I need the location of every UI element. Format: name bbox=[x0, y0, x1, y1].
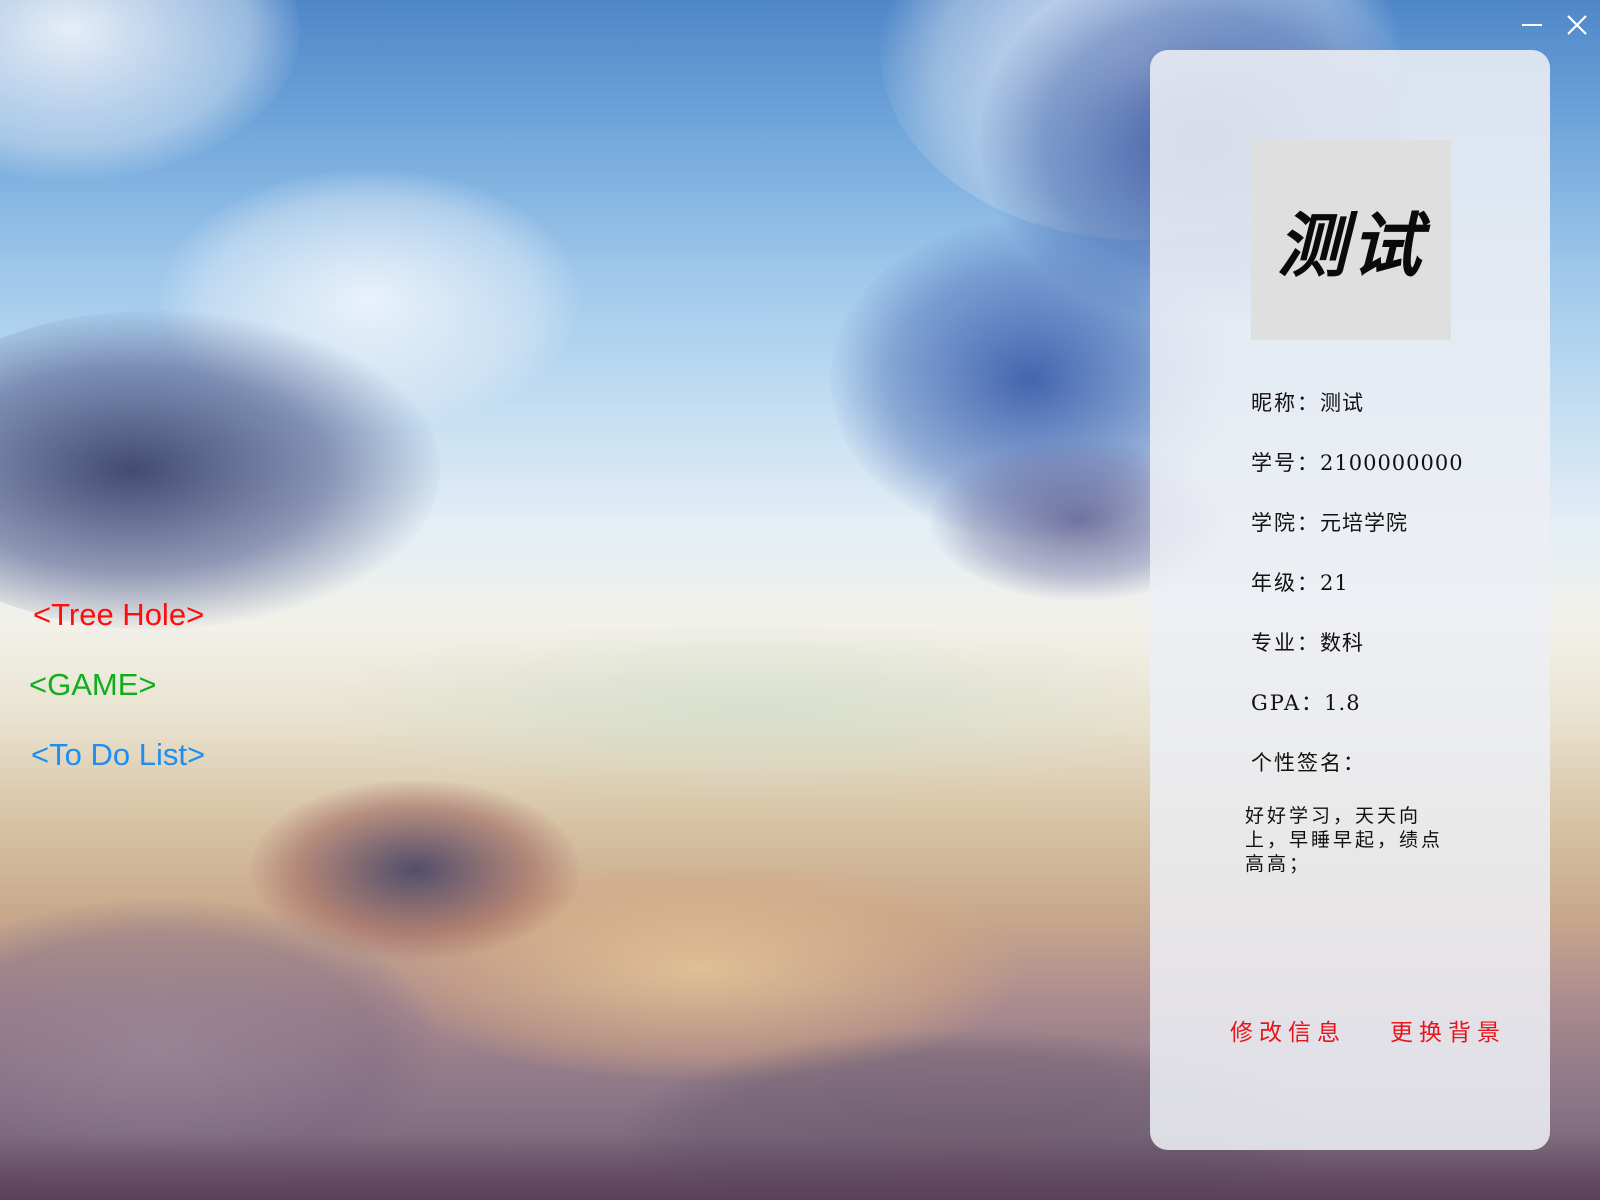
major-row: 专业：数科 bbox=[1251, 629, 1364, 657]
close-icon bbox=[1567, 15, 1587, 35]
nav-link-tree-hole[interactable]: <Tree Hole> bbox=[33, 597, 204, 633]
grade-row: 年级：21 bbox=[1251, 569, 1349, 597]
gpa-label: GPA： bbox=[1251, 691, 1325, 715]
student-id-row: 学号：2100000000 bbox=[1251, 449, 1464, 477]
grade-value: 21 bbox=[1320, 571, 1349, 595]
signature-label: 个性签名： bbox=[1251, 751, 1366, 775]
college-row: 学院：元培学院 bbox=[1251, 509, 1408, 537]
college-label: 学院： bbox=[1251, 511, 1320, 535]
minimize-icon bbox=[1522, 24, 1542, 26]
grade-label: 年级： bbox=[1251, 571, 1320, 595]
major-value: 数科 bbox=[1320, 631, 1364, 655]
cloud bbox=[300, 620, 1200, 800]
student-id-label: 学号： bbox=[1251, 451, 1320, 475]
cloud bbox=[0, 0, 300, 180]
close-button[interactable] bbox=[1559, 8, 1595, 44]
profile-panel: 测试 昵称：测试 学号：2100000000 学院：元培学院 年级：21 专业：… bbox=[1150, 50, 1550, 1150]
signature-text: 好好学习，天天向上，早睡早起，绩点高高； bbox=[1245, 805, 1444, 875]
nav-link-todo-list[interactable]: <To Do List> bbox=[31, 737, 205, 773]
college-value: 元培学院 bbox=[1320, 511, 1408, 535]
gpa-row: GPA：1.8 bbox=[1251, 689, 1361, 717]
edit-info-button[interactable]: 修改信息 bbox=[1230, 1018, 1346, 1048]
student-id-value: 2100000000 bbox=[1320, 451, 1464, 475]
nickname-label: 昵称： bbox=[1251, 391, 1320, 415]
avatar-text: 测试 bbox=[1277, 203, 1425, 287]
change-background-button[interactable]: 更换背景 bbox=[1390, 1018, 1506, 1048]
nickname-value: 测试 bbox=[1320, 391, 1364, 415]
nav-link-game[interactable]: <GAME> bbox=[29, 667, 157, 703]
major-label: 专业： bbox=[1251, 631, 1320, 655]
minimize-button[interactable] bbox=[1514, 8, 1550, 44]
nickname-row: 昵称：测试 bbox=[1251, 389, 1364, 417]
avatar[interactable]: 测试 bbox=[1251, 140, 1451, 340]
gpa-value: 1.8 bbox=[1324, 691, 1361, 715]
